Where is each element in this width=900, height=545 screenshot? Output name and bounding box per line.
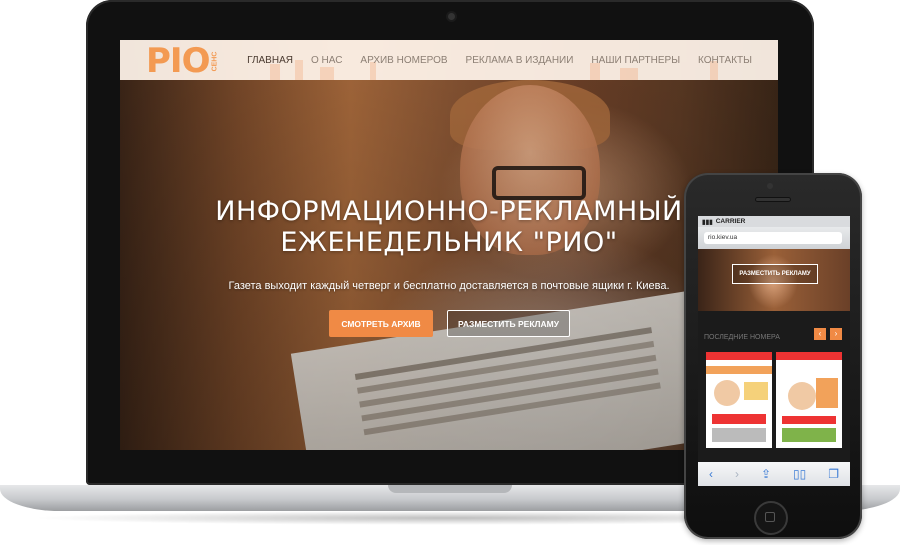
phone-speaker — [755, 197, 791, 202]
issue-block — [782, 428, 836, 442]
issue-header-band — [706, 366, 772, 374]
issue-photo — [788, 382, 816, 410]
hero-subtitle: Газета выходит каждый четверг и бесплатн… — [228, 280, 670, 292]
nav-item-partners[interactable]: НАШИ ПАРТНЕРЫ — [591, 55, 680, 66]
phone-browser-toolbar: ‹ › ⇪ ▯▯ ❐ — [698, 462, 850, 486]
logo-main-text: PIO — [146, 41, 210, 81]
nav-item-home[interactable]: ГЛАВНАЯ — [247, 55, 293, 66]
issue-block — [782, 416, 836, 424]
logo-small-text: СЕНС — [211, 51, 219, 71]
forward-icon[interactable]: › — [735, 467, 739, 481]
mobile-latest-issues-section — [698, 311, 850, 351]
issue-thumbnail[interactable] — [776, 352, 842, 448]
issue-header-band — [706, 352, 772, 360]
mobile-place-ad-button[interactable]: РАЗМЕСТИТЬ РЕКЛАМУ — [732, 264, 818, 284]
phone-status-bar: ▮▮▮ CARRIER — [698, 216, 850, 227]
phone-camera — [767, 183, 773, 189]
next-arrow-icon[interactable]: › — [830, 328, 842, 340]
issue-block — [712, 428, 766, 442]
phone-url-bar: rio.kiev.ua — [698, 227, 850, 249]
nav-item-archive[interactable]: АРХИВ НОМЕРОВ — [360, 55, 447, 66]
issue-block — [744, 382, 768, 400]
issue-block — [712, 414, 766, 424]
back-icon[interactable]: ‹ — [709, 467, 713, 481]
nav-item-about[interactable]: О НАС — [311, 55, 342, 66]
issue-block — [816, 378, 838, 408]
phone-address-field[interactable]: rio.kiev.ua — [704, 232, 842, 244]
carrier-label: CARRIER — [715, 218, 746, 225]
prev-arrow-icon[interactable]: ‹ — [814, 328, 826, 340]
hero-title-line-1: ИНФОРМАЦИОННО-РЕКЛАМНЫЙ — [215, 196, 683, 227]
nav-item-advertising[interactable]: РЕКЛАМА В ИЗДАНИИ — [466, 55, 574, 66]
site-header: PIO СЕНС ГЛАВНАЯ О НАС АРХИВ НОМЕРОВ РЕК… — [120, 40, 778, 80]
issue-thumbnail[interactable] — [706, 352, 772, 448]
share-icon[interactable]: ⇪ — [761, 467, 771, 481]
view-archive-button[interactable]: СМОТРЕТЬ АРХИВ — [329, 310, 433, 337]
laptop-screen: PIO СЕНС ГЛАВНАЯ О НАС АРХИВ НОМЕРОВ РЕК… — [120, 40, 778, 450]
main-nav: ГЛАВНАЯ О НАС АРХИВ НОМЕРОВ РЕКЛАМА В ИЗ… — [247, 40, 752, 80]
hero-title-line-2: ЕЖЕНЕДЕЛЬНИК "РИО" — [280, 227, 618, 258]
phone-screen: ▮▮▮ CARRIER rio.kiev.ua РАЗМЕСТИТЬ РЕКЛА… — [698, 216, 850, 486]
issue-photo — [714, 380, 740, 406]
issue-header-band — [776, 352, 842, 360]
laptop-notch — [388, 485, 512, 493]
tabs-icon[interactable]: ❐ — [828, 467, 839, 481]
nav-item-contacts[interactable]: КОНТАКТЫ — [698, 55, 752, 66]
laptop-camera — [448, 13, 455, 20]
phone-home-button[interactable] — [754, 501, 788, 535]
bookmarks-icon[interactable]: ▯▯ — [793, 467, 806, 481]
mobile-section-title: ПОСЛЕДНИЕ НОМЕРА — [704, 334, 780, 341]
place-ad-button[interactable]: РАЗМЕСТИТЬ РЕКЛАМУ — [447, 310, 570, 337]
site-logo[interactable]: PIO СЕНС — [146, 44, 221, 78]
hero-title: ИНФОРМАЦИОННО-РЕКЛАМНЫЙ ЕЖЕНЕДЕЛЬНИК "РИ… — [120, 196, 778, 258]
signal-icon: ▮▮▮ — [702, 218, 713, 226]
